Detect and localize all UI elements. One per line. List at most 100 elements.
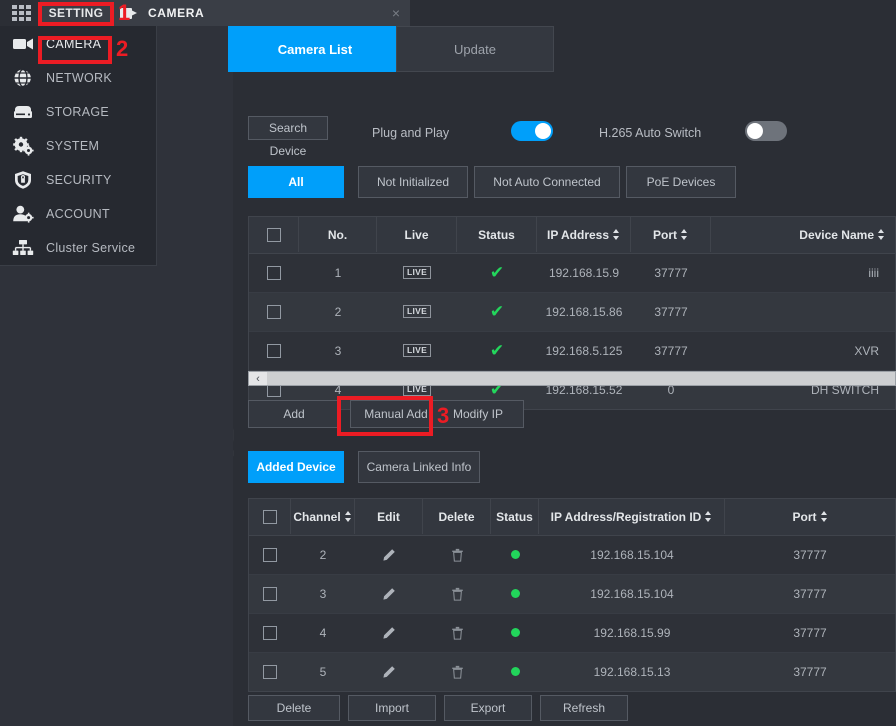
trash-icon[interactable] [451,587,464,601]
filter-not-auto-connected-button[interactable]: Not Auto Connected [474,166,620,198]
col-ip-address[interactable]: IP Address [537,217,631,252]
scroll-left-arrow-icon[interactable]: ‹ [249,372,267,385]
col-status: Status [491,499,539,534]
sidebar-item-storage[interactable]: STORAGE [0,96,156,128]
sort-icon[interactable] [821,511,828,522]
table-row[interactable]: 2 192.168.15.104 37777 [249,536,895,575]
sidebar-item-network[interactable]: NETWORK [0,62,156,94]
modify-ip-label: Modify IP [453,407,503,421]
col-ip-registration-id-label: IP Address/Registration ID [551,510,702,524]
row-checkbox[interactable] [267,305,281,319]
filter-poe-devices-button[interactable]: PoE Devices [626,166,736,198]
sidebar-item-system[interactable]: SYSTEM [0,130,156,162]
filter-poe-devices-label: PoE Devices [647,175,716,189]
pencil-icon[interactable] [382,626,396,640]
sidebar-item-camera[interactable]: CAMERA [0,28,156,60]
sidebar-item-security[interactable]: SECURITY [0,164,156,196]
import-label: Import [375,701,409,715]
tab-setting[interactable]: SETTING [40,0,112,26]
status-ok-icon: ✔ [490,264,504,281]
col-channel[interactable]: Channel [291,499,355,534]
row-checkbox[interactable] [263,587,277,601]
h265-auto-switch-toggle[interactable] [745,121,787,141]
cell-device-name: XVR [711,332,895,369]
filter-all-button[interactable]: All [248,166,344,198]
live-button[interactable]: LIVE [403,344,431,357]
cell-no: 3 [299,332,377,369]
tab-setting-label: SETTING [40,0,112,26]
live-button[interactable]: LIVE [403,305,431,318]
camera-linked-info-tab[interactable]: Camera Linked Info [358,451,480,483]
refresh-button[interactable]: Refresh [540,695,628,721]
hard-drive-icon [12,102,34,122]
close-icon[interactable]: × [392,0,400,26]
cell-port: 37777 [725,575,895,612]
col-port[interactable]: Port [631,217,711,252]
col-ip-registration-id[interactable]: IP Address/Registration ID [539,499,725,534]
row-checkbox[interactable] [267,266,281,280]
select-all-header [249,499,291,534]
import-button[interactable]: Import [348,695,436,721]
live-button[interactable]: LIVE [403,266,431,279]
cell-no: 1 [299,254,377,291]
trash-icon[interactable] [451,548,464,562]
cell-device-name: iiii [711,254,895,291]
tab-camera-window[interactable]: CAMERA × [112,0,410,26]
main-content-panel: Camera List Update Search Device Plug an… [234,26,896,726]
col-port[interactable]: Port [725,499,895,534]
tab-camera-list-label: Camera List [278,42,352,57]
cell-channel: 2 [291,536,355,573]
added-device-label: Added Device [256,460,335,474]
tab-update[interactable]: Update [396,26,554,72]
row-checkbox[interactable] [263,665,277,679]
plug-and-play-label: Plug and Play [372,126,449,140]
sort-icon[interactable] [878,229,885,240]
table-row[interactable]: 2 LIVE ✔ 192.168.15.86 37777 [249,293,895,332]
table-row[interactable]: 1 LIVE ✔ 192.168.15.9 37777 iiii [249,254,895,293]
delete-label: Delete [277,701,312,715]
manual-add-button[interactable]: Manual Add [350,400,442,428]
cell-channel: 3 [291,575,355,612]
left-empty-panel [0,265,233,726]
sidebar-item-account[interactable]: ACCOUNT [0,198,156,230]
col-device-name[interactable]: Device Name [711,217,895,252]
table-row[interactable]: 3 LIVE ✔ 192.168.5.125 37777 XVR [249,332,895,371]
col-device-name-label: Device Name [799,228,874,242]
table-row[interactable]: 4 192.168.15.99 37777 [249,614,895,653]
select-all-checkbox[interactable] [267,228,281,242]
pencil-icon[interactable] [382,587,396,601]
settings-sidebar: CAMERA NETWORK STORAGE [0,26,157,266]
modify-ip-button[interactable]: Modify IP [432,400,524,428]
sort-icon[interactable] [681,229,688,240]
trash-icon[interactable] [451,626,464,640]
sort-icon[interactable] [345,511,352,522]
table-row[interactable]: 3 192.168.15.104 37777 [249,575,895,614]
row-checkbox[interactable] [267,344,281,358]
sort-icon[interactable] [613,229,620,240]
row-checkbox[interactable] [263,626,277,640]
cell-port: 37777 [631,332,711,369]
pencil-icon[interactable] [382,548,396,562]
sidebar-item-cluster-service[interactable]: Cluster Service [0,232,156,264]
select-all-checkbox[interactable] [263,510,277,524]
cell-device-name [711,293,895,330]
pencil-icon[interactable] [382,665,396,679]
sort-icon[interactable] [705,511,712,522]
tab-camera-list[interactable]: Camera List [234,26,396,72]
left-filler-top [156,26,233,265]
add-button[interactable]: Add [248,400,340,428]
col-status: Status [457,217,537,252]
table-row[interactable]: 5 192.168.15.13 37777 [249,653,895,691]
grid-menu-icon[interactable] [12,5,32,22]
horizontal-scrollbar[interactable]: ‹ [248,371,896,386]
export-button[interactable]: Export [444,695,532,721]
filter-not-initialized-button[interactable]: Not Initialized [358,166,468,198]
delete-button[interactable]: Delete [248,695,340,721]
row-checkbox[interactable] [263,548,277,562]
plug-and-play-toggle[interactable] [511,121,553,141]
search-device-button[interactable]: Search Device [248,116,328,140]
trash-icon[interactable] [451,665,464,679]
manual-add-label: Manual Add [364,407,427,421]
col-port-label: Port [653,228,677,242]
added-device-tab[interactable]: Added Device [248,451,344,483]
